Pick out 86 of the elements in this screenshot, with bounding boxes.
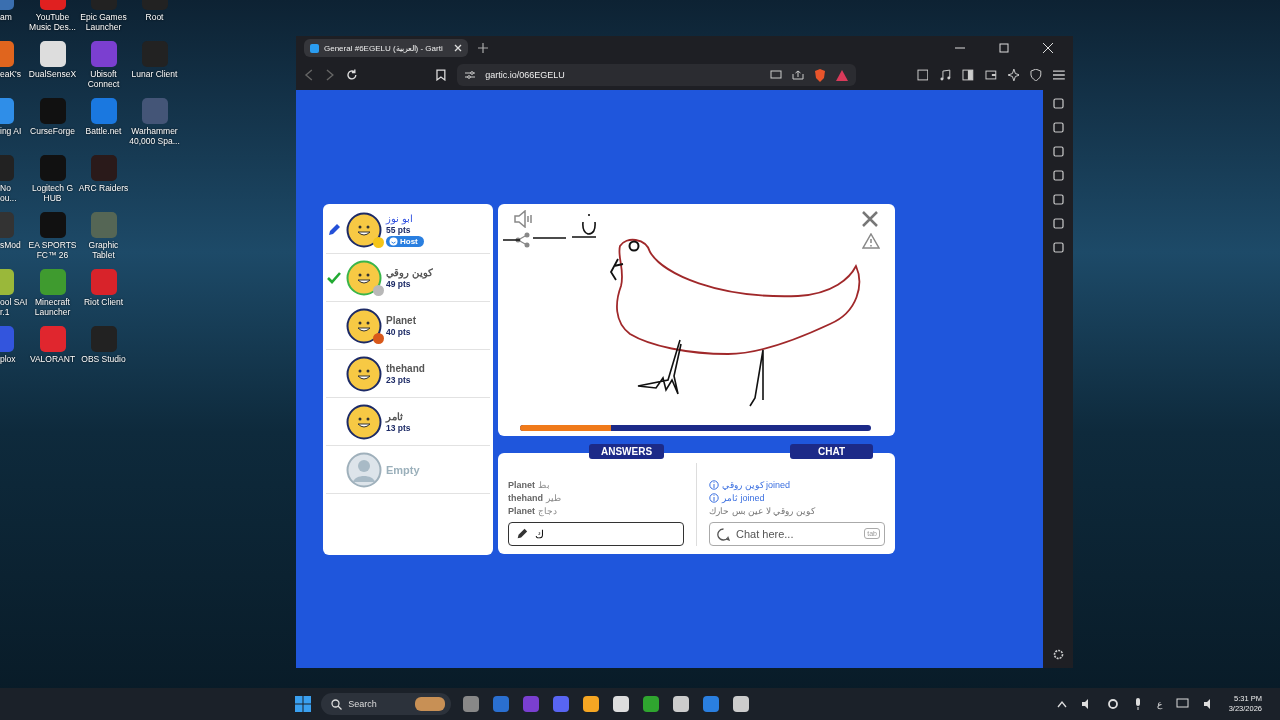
taskbar-app-icon[interactable] [673,696,690,712]
app-label[interactable]: sMod [0,240,21,250]
cartoon-avatar-icon [346,403,382,440]
shield-icon[interactable] [1030,69,1043,81]
player-name: ثامر [386,410,404,422]
app-label[interactable]: Riot Client [83,297,124,307]
app-label[interactable]: Epic Games Launcher [80,12,127,32]
taskbar-app-icon[interactable] [643,696,660,712]
player-name: thehand [386,362,425,374]
app-label[interactable]: Logitech G HUB [31,183,74,203]
taskbar-app-icon[interactable] [733,696,750,712]
site-icon [310,43,319,53]
smiley-icon [389,236,398,246]
share-icon[interactable] [514,232,532,248]
empty-slot-label: Empty [386,463,420,476]
wallet-icon[interactable] [984,69,997,81]
app-label[interactable]: EA SPORTS FC™ 26 [28,240,77,260]
tab-title: General #6EGELU (العربية) - Garti [324,43,444,53]
taskbar-app-icon[interactable] [583,696,600,712]
language-indicator[interactable]: ع [1156,699,1162,709]
triangle-icon[interactable] [835,69,848,81]
cartoon-avatar-icon [346,211,382,248]
search-icon [331,698,343,710]
app-label[interactable]: VALORANT [29,354,76,364]
taskbar-search[interactable]: Search [321,693,452,715]
info-icon [709,480,719,490]
player-points: 40 pts [386,326,412,337]
cartoon-avatar-icon [346,307,382,344]
info-icon [709,493,719,503]
player-points: 55 pts [386,224,411,235]
maximize-icon[interactable] [999,43,1009,53]
new-tab-icon[interactable] [478,43,488,53]
answers-tab[interactable]: ANSWERS [589,444,665,459]
cartoon-avatar-icon [346,259,382,296]
desert-scene-icon [415,697,446,711]
reload-icon[interactable] [345,69,358,81]
app-label[interactable]: CurseForge [30,126,75,136]
app-label[interactable]: Minecraft Launcher [34,297,71,317]
app-label[interactable]: ing AI [0,126,22,136]
browser-tab[interactable]: General #6EGELU (العربية) - Garti [304,39,468,57]
app-label[interactable]: YouTube Music Des... [29,12,76,32]
player-points: 49 pts [386,278,412,289]
back-icon[interactable] [304,69,314,81]
app-label[interactable]: Graphic Tablet [88,240,119,260]
app-label[interactable]: DualSenseX [28,69,77,79]
player-name: ابو نوز [386,212,414,224]
player-name: كوين روقي [386,266,433,278]
settings-icon[interactable] [1052,649,1064,660]
share-icon[interactable] [791,70,804,80]
chevron-up-icon[interactable] [1056,700,1067,708]
sidebar-icon[interactable] [962,69,974,81]
chat-message: كوين روقي لا عين بس حارك [709,506,817,516]
app-label[interactable]: plox [0,354,16,364]
answer-input[interactable]: ك [508,522,684,546]
player-points: 13 pts [386,422,411,433]
app-label[interactable]: Warhammer 40,000 Spa... [129,126,180,146]
menu-icon[interactable] [1053,70,1065,80]
app-label[interactable]: No ou... [0,183,17,203]
lion-shield-icon[interactable] [813,68,826,82]
chat-tab[interactable]: CHAT [789,444,873,459]
app-label[interactable]: ARC Raiders [78,183,129,193]
join-notice: ثامر joined [722,493,765,503]
cartoon-avatar-icon [346,355,382,392]
sparkle-icon[interactable] [1007,69,1020,81]
host-badge: Host [386,235,424,247]
speech-bubble-icon [717,528,730,541]
join-notice: كوين روقي joined [722,480,791,490]
pencil-icon [516,528,528,540]
address-bar[interactable]: gartic.io/066EGELU [457,64,856,86]
app-label[interactable]: OBS Studio [81,354,126,364]
taskbar-app-icon[interactable] [613,696,630,712]
app-label[interactable]: Ubisoft Connect [87,69,120,89]
empty-avatar-icon [346,451,382,488]
app-label[interactable]: am [0,12,12,22]
app-icon[interactable] [39,41,66,67]
app-label[interactable]: ool SAI r.1 [0,297,28,317]
forward-icon[interactable] [324,69,335,81]
app-label[interactable]: Root [145,12,164,22]
warning-icon[interactable] [862,233,880,249]
player-points: 23 pts [386,374,412,385]
app-label[interactable]: Battle.net [85,126,122,136]
player-name: Planet [386,314,416,326]
app-label[interactable]: Lunar Client [131,69,178,79]
site-settings-icon[interactable] [465,70,476,80]
app-label[interactable]: eaK's [0,69,21,79]
windows-logo-icon[interactable] [295,696,312,712]
